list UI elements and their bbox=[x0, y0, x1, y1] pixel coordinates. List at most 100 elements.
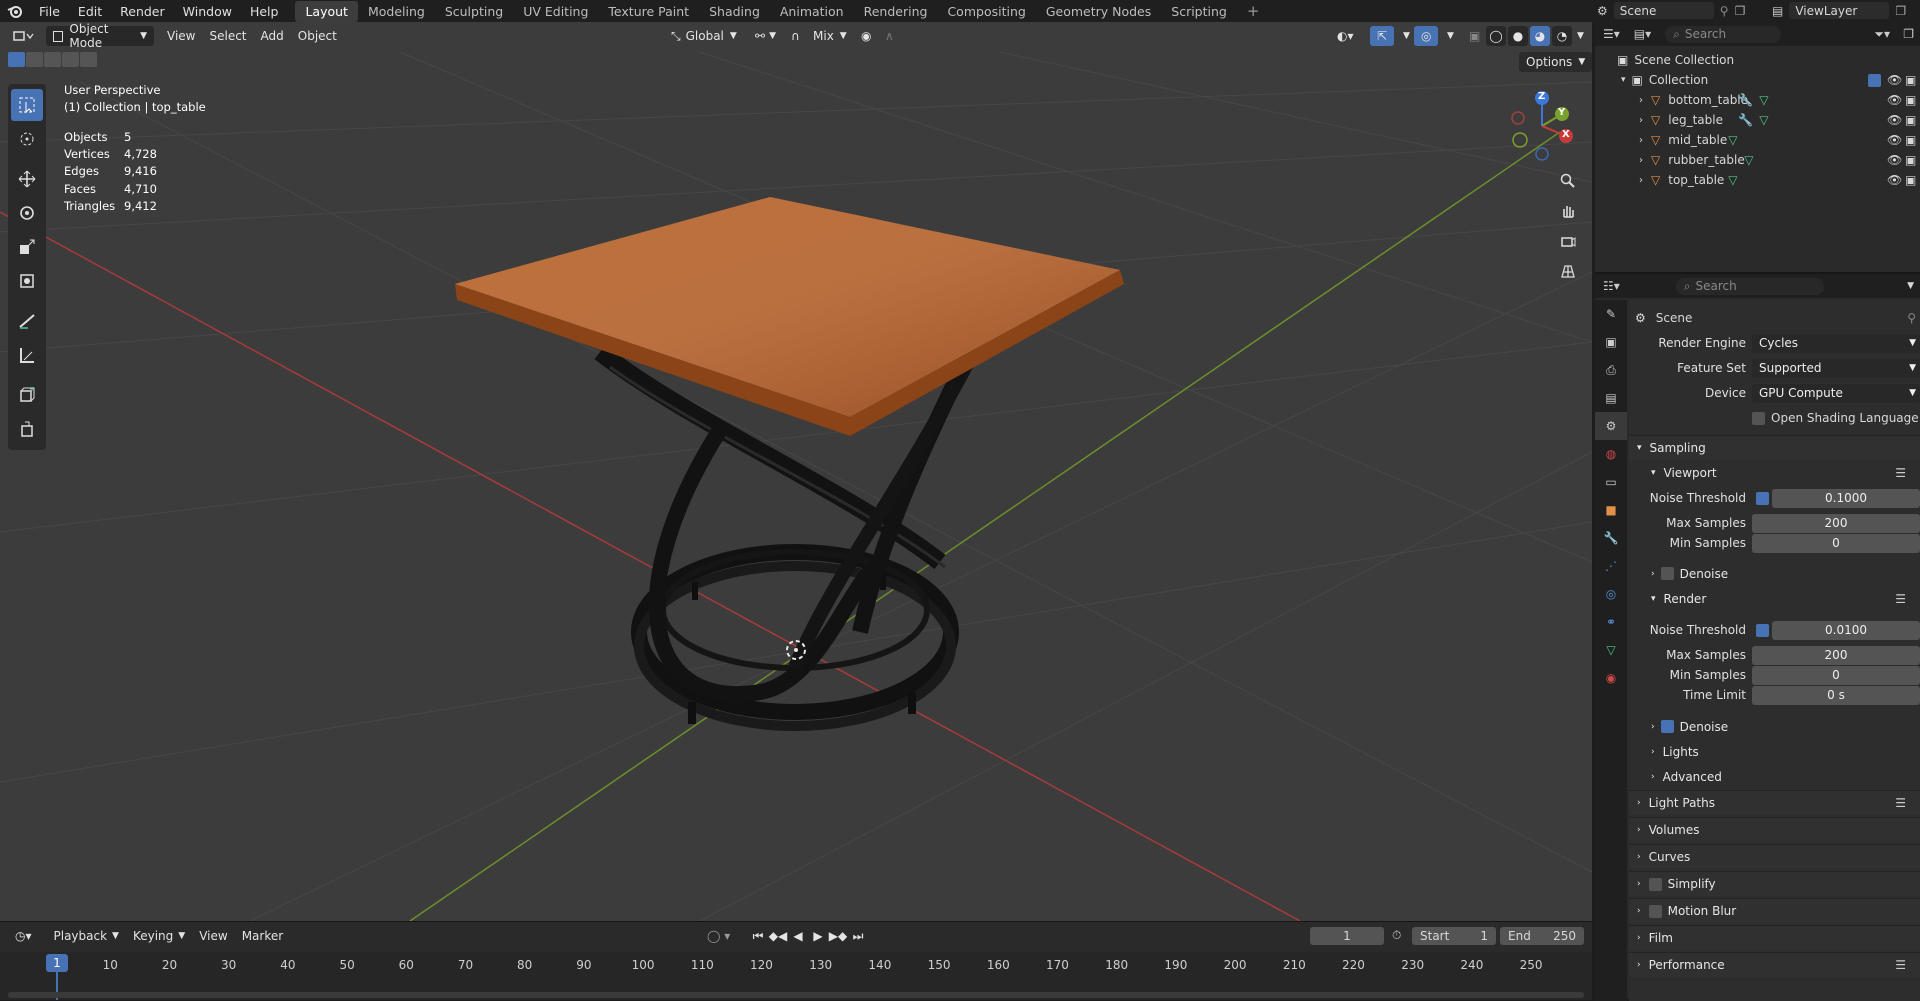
list-icon[interactable]: ☰ bbox=[1895, 466, 1906, 480]
feature-set-dropdown[interactable]: Supported ▼ bbox=[1752, 358, 1920, 378]
rendered-shading-icon[interactable]: ◔ bbox=[1552, 26, 1572, 46]
select-extend-icon[interactable] bbox=[26, 52, 43, 67]
panel-header-light-paths[interactable]: › Light Paths ☰ bbox=[1629, 790, 1920, 815]
advanced-subpanel-header[interactable]: › Advanced bbox=[1629, 764, 1920, 789]
viewport-subpanel-header[interactable]: ▾ Viewport ☰ bbox=[1629, 460, 1920, 485]
new-collection-icon[interactable]: ❐ bbox=[1903, 27, 1914, 41]
outliner-editor-icon[interactable]: ☰▾ bbox=[1603, 27, 1620, 41]
panel-header-performance[interactable]: › Performance ☰ bbox=[1629, 952, 1920, 977]
move-tool[interactable] bbox=[11, 163, 43, 195]
transform-tool[interactable] bbox=[11, 265, 43, 297]
material-tab-icon[interactable]: ◉ bbox=[1595, 664, 1627, 692]
panel-header-simplify[interactable]: › Simplify bbox=[1629, 871, 1920, 896]
gizmo-toggle[interactable]: ⇱ bbox=[1370, 26, 1395, 46]
panel-checkbox[interactable] bbox=[1648, 904, 1662, 918]
editor-type-button[interactable] bbox=[6, 26, 42, 46]
wireframe-shading-icon[interactable]: ◯ bbox=[1486, 26, 1506, 46]
camera-icon[interactable]: ▣ bbox=[1905, 153, 1916, 167]
vp-noise-threshold-field[interactable]: 0.1000 bbox=[1772, 488, 1920, 508]
r-denoise-subpanel-header[interactable]: › Denoise bbox=[1629, 714, 1920, 739]
tab-compositing[interactable]: Compositing bbox=[937, 1, 1035, 22]
play-icon[interactable]: ▶ bbox=[808, 928, 828, 944]
vp-denoise-checkbox[interactable] bbox=[1660, 567, 1674, 580]
vp-min-samples-field[interactable]: 0 bbox=[1752, 533, 1920, 553]
chevron-right-icon[interactable]: › bbox=[1639, 95, 1643, 106]
jump-end-icon[interactable]: ⏭ bbox=[848, 928, 868, 944]
mesh-data-icon[interactable]: ▽ bbox=[1759, 93, 1768, 107]
chevron-right-icon[interactable]: › bbox=[1639, 175, 1643, 186]
eye-icon[interactable]: 👁 bbox=[1887, 93, 1902, 107]
pan-hand-icon[interactable] bbox=[1555, 198, 1581, 224]
jump-start-icon[interactable]: ⏮ bbox=[748, 928, 768, 944]
next-keyframe-icon[interactable]: ▶◆ bbox=[828, 928, 848, 944]
outliner-object-row[interactable]: › ▽ top_table ▽ 👁 ▣ bbox=[1595, 170, 1920, 190]
tab-rendering[interactable]: Rendering bbox=[854, 1, 938, 22]
view-layer-icon[interactable]: ▤ bbox=[1772, 4, 1783, 18]
properties-search-input[interactable]: ⌕ Search bbox=[1675, 277, 1824, 295]
new-view-layer-icon[interactable]: ❐ bbox=[1895, 4, 1906, 18]
timeline-editor-type-button[interactable]: ◷▾ bbox=[8, 926, 39, 946]
outliner-object-row[interactable]: › ▽ bottom_table 🔧 ▽ 👁 ▣ bbox=[1595, 90, 1920, 110]
scene-name-field[interactable]: Scene bbox=[1613, 2, 1714, 19]
menu-view[interactable]: View bbox=[160, 26, 202, 46]
menu-file[interactable]: File bbox=[30, 4, 69, 19]
sampling-panel-header[interactable]: ▾ Sampling bbox=[1629, 435, 1920, 460]
object-tab-icon[interactable]: ■ bbox=[1595, 496, 1627, 524]
transform-orientation-dropdown[interactable]: ⤡ Global ▼ bbox=[664, 26, 744, 46]
render-subpanel-header[interactable]: ▾ Render ☰ bbox=[1629, 586, 1920, 611]
collection-tab-icon[interactable]: ▭ bbox=[1595, 468, 1627, 496]
eye-icon[interactable]: 👁 bbox=[1887, 133, 1902, 147]
add-object-tool[interactable] bbox=[11, 413, 43, 445]
eye-icon[interactable]: 👁 bbox=[1887, 73, 1902, 87]
lights-subpanel-header[interactable]: › Lights bbox=[1629, 739, 1920, 764]
chevron-right-icon[interactable]: › bbox=[1639, 135, 1643, 146]
timeline-menu-marker[interactable]: Marker bbox=[235, 926, 290, 946]
camera-icon[interactable]: ▣ bbox=[1905, 73, 1916, 87]
overlay-toggle[interactable]: ◎ bbox=[1414, 26, 1439, 46]
chevron-down-icon[interactable]: ▼ bbox=[1907, 281, 1914, 291]
stopwatch-icon[interactable]: ⏱ bbox=[1392, 928, 1401, 943]
modifier-wrench-icon[interactable]: 🔧 bbox=[1738, 113, 1753, 127]
xray-toggle[interactable]: ▣ bbox=[1462, 26, 1487, 46]
panel-header-volumes[interactable]: › Volumes bbox=[1629, 817, 1920, 842]
scene-tab-icon[interactable]: ⚙ bbox=[1595, 412, 1627, 440]
menu-edit[interactable]: Edit bbox=[69, 4, 111, 19]
current-frame-field[interactable]: 1 bbox=[1310, 927, 1384, 945]
menu-window[interactable]: Window bbox=[174, 4, 241, 19]
proportional-edit-toggle[interactable]: ◉ bbox=[854, 26, 878, 46]
annotate-tool[interactable] bbox=[11, 305, 43, 337]
shading-dropdown[interactable]: ▼ bbox=[1570, 26, 1591, 46]
options-dropdown[interactable]: Options ▼ bbox=[1519, 52, 1592, 72]
blender-logo-icon[interactable] bbox=[0, 4, 30, 18]
eye-icon[interactable]: 👁 bbox=[1887, 173, 1902, 187]
physics-tab-icon[interactable]: ◎ bbox=[1595, 580, 1627, 608]
device-dropdown[interactable]: GPU Compute ▼ bbox=[1752, 383, 1920, 403]
particles-tab-icon[interactable]: ⋰ bbox=[1595, 552, 1627, 580]
pin-icon[interactable]: ⚲ bbox=[1907, 311, 1916, 325]
select-intersect-icon[interactable] bbox=[80, 52, 97, 67]
render-engine-dropdown[interactable]: Cycles ▼ bbox=[1752, 333, 1920, 353]
timeline-scrollbar[interactable] bbox=[8, 992, 1584, 998]
menu-select[interactable]: Select bbox=[202, 26, 253, 46]
mesh-data-icon[interactable]: ▽ bbox=[1759, 113, 1768, 127]
panel-checkbox[interactable] bbox=[1648, 877, 1662, 891]
play-reverse-icon[interactable]: ◀ bbox=[788, 928, 808, 944]
camera-icon[interactable]: ▣ bbox=[1905, 113, 1916, 127]
collection-exclude-checkbox[interactable] bbox=[1868, 73, 1881, 87]
collection-row[interactable]: ▾ ▣ Collection 👁 ▣ bbox=[1595, 70, 1920, 90]
chevron-right-icon[interactable]: › bbox=[1639, 155, 1643, 166]
camera-icon[interactable]: ▣ bbox=[1905, 133, 1916, 147]
falloff-dropdown[interactable]: ∧ bbox=[878, 26, 901, 46]
overlay-dropdown[interactable]: ▼ bbox=[1440, 26, 1461, 46]
timeline-menu-view[interactable]: View bbox=[192, 926, 234, 946]
view-layer-tab-icon[interactable]: ▤ bbox=[1595, 384, 1627, 412]
properties-editor-icon[interactable]: ☷▾ bbox=[1603, 279, 1620, 293]
view-layer-field[interactable]: ViewLayer bbox=[1789, 2, 1890, 19]
menu-object[interactable]: Object bbox=[291, 26, 344, 46]
tab-animation[interactable]: Animation bbox=[770, 1, 854, 22]
keying-dropdown[interactable]: Keying ▼ bbox=[126, 926, 192, 946]
rotate-tool[interactable] bbox=[11, 197, 43, 229]
mesh-data-icon[interactable]: ▽ bbox=[1728, 173, 1737, 187]
select-invert-icon[interactable] bbox=[62, 52, 79, 67]
3d-viewport[interactable]: Object Mode ▼ View Select Add Object ⤡ G… bbox=[0, 22, 1592, 921]
